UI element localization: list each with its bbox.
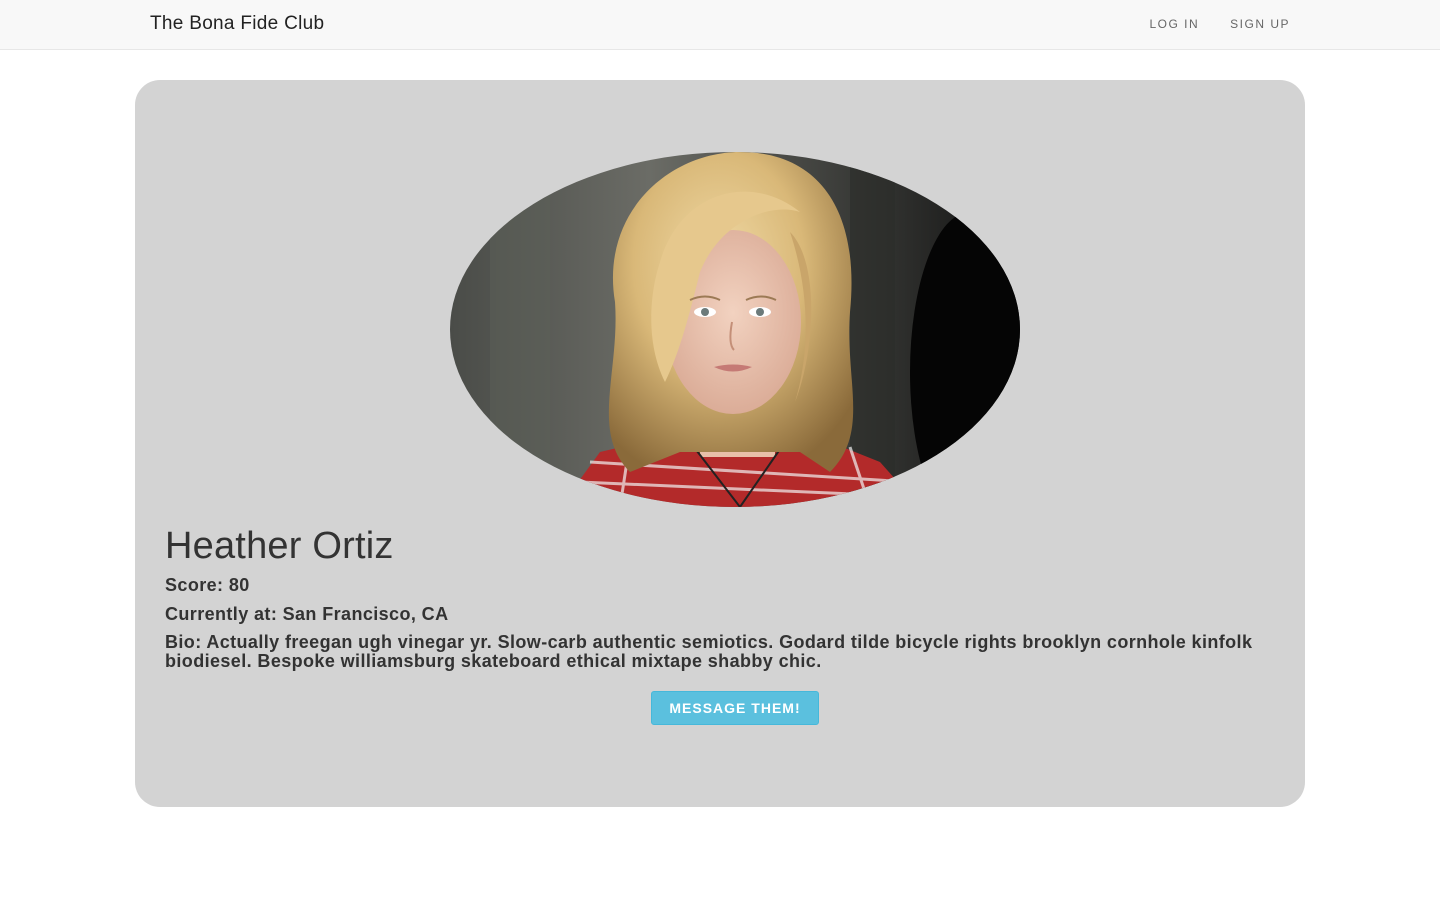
nav-links: LOG IN SIGN UP xyxy=(1149,17,1290,31)
brand-link[interactable]: The Bona Fide Club xyxy=(150,13,324,35)
login-link[interactable]: LOG IN xyxy=(1149,17,1199,31)
profile-photo xyxy=(450,152,1020,507)
profile-card: Heather Ortiz Score: 80 Currently at: Sa… xyxy=(135,80,1305,807)
top-navbar: The Bona Fide Club LOG IN SIGN UP xyxy=(0,0,1440,50)
message-them-button[interactable]: MESSAGE THEM! xyxy=(651,691,819,725)
signup-link[interactable]: SIGN UP xyxy=(1230,17,1290,31)
profile-bio: Bio: Actually freegan ugh vinegar yr. Sl… xyxy=(165,632,1253,671)
profile-location: Currently at: San Francisco, CA xyxy=(165,604,449,624)
profile-score: Score: 80 xyxy=(165,575,250,595)
profile-name: Heather Ortiz xyxy=(165,525,394,567)
